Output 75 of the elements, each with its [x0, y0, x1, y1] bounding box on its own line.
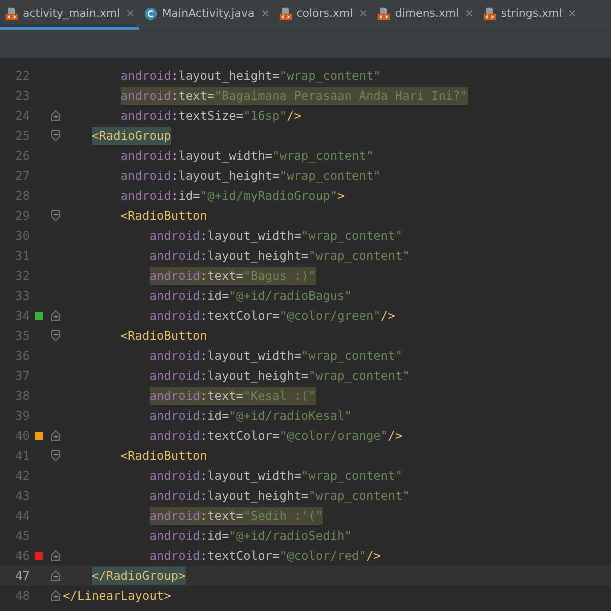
- line-number: 23: [14, 89, 30, 103]
- line-number: 32: [14, 269, 30, 283]
- code-line: android:layout_height="wrap_content": [120, 168, 381, 185]
- code-line: <RadioButton: [120, 448, 208, 465]
- color-swatch[interactable]: [35, 432, 43, 440]
- line-number: 31: [14, 249, 30, 263]
- line-number: 24: [14, 109, 30, 123]
- color-swatch[interactable]: [35, 552, 43, 560]
- line-number: 40: [14, 429, 30, 443]
- class-file-icon: [144, 6, 158, 20]
- line-number: 44: [14, 509, 30, 523]
- fold-icon[interactable]: [50, 570, 60, 582]
- line-number: 36: [14, 349, 30, 363]
- code-line: android:layout_width="wrap_content": [150, 348, 403, 365]
- fold-icon[interactable]: [50, 430, 60, 442]
- code-line: android:layout_height="wrap_content": [150, 488, 410, 505]
- code-line: android:layout_height="wrap_content": [120, 68, 381, 85]
- fold-icon[interactable]: [50, 330, 60, 342]
- xml-file-icon: [483, 6, 498, 20]
- line-number: 45: [14, 529, 30, 543]
- line-number: 48: [14, 589, 30, 603]
- fold-icon[interactable]: [50, 590, 60, 602]
- line-number: 42: [14, 469, 30, 483]
- line-number: 47: [14, 569, 30, 583]
- code-line: <RadioButton: [120, 208, 208, 225]
- line-number: 39: [14, 409, 30, 423]
- code-line: android:layout_width="wrap_content": [150, 468, 403, 485]
- code-line: android:layout_height="wrap_content": [150, 368, 410, 385]
- line-number: 34: [14, 309, 30, 323]
- close-icon[interactable]: [466, 10, 474, 17]
- fold-icon[interactable]: [50, 310, 60, 322]
- color-swatch[interactable]: [35, 312, 43, 320]
- code-line: android:textColor="@color/green"/>: [150, 308, 396, 325]
- line-number: 25: [14, 129, 30, 143]
- code-line: android:id="@+id/radioKesal": [150, 408, 352, 425]
- code-line: android:layout_width="wrap_content": [150, 228, 403, 245]
- close-icon[interactable]: [127, 10, 134, 17]
- fold-icon[interactable]: [50, 110, 60, 122]
- line-number: 28: [14, 189, 30, 203]
- line-number: 27: [14, 169, 30, 183]
- close-icon[interactable]: [262, 10, 269, 17]
- code-line: android:layout_height="wrap_content": [150, 248, 410, 265]
- line-number: 33: [14, 289, 30, 303]
- fold-icon[interactable]: [50, 450, 60, 462]
- line-number: 22: [14, 69, 30, 83]
- code-line: <RadioButton: [120, 328, 208, 345]
- code-line: </LinearLayout>: [63, 588, 172, 605]
- line-number: 35: [14, 329, 30, 343]
- line-number: 43: [14, 489, 30, 503]
- xml-file-icon: [377, 6, 392, 20]
- line-number: 46: [14, 549, 30, 563]
- line-number: 29: [14, 209, 30, 223]
- fold-icon[interactable]: [50, 130, 60, 142]
- line-number: 26: [14, 149, 30, 163]
- fold-icon[interactable]: [50, 210, 60, 222]
- code-line: android:textColor="@color/orange"/>: [150, 428, 403, 445]
- line-number: 30: [14, 229, 30, 243]
- editor-tab[interactable]: MainActivity.java: [139, 0, 274, 30]
- xml-file-icon: [278, 6, 293, 20]
- code-line: android:textColor="@color/red"/>: [150, 548, 381, 565]
- line-number: 41: [14, 449, 30, 463]
- code-line: android:textSize="16sp"/>: [120, 108, 302, 125]
- fold-icon[interactable]: [50, 550, 60, 562]
- code-line: android:id="@+id/radioSedih": [150, 528, 352, 545]
- editor-tab[interactable]: dimens.xml: [372, 0, 478, 30]
- code-line: android:id="@+id/radioBagus": [150, 288, 352, 305]
- xml-file-icon: [5, 6, 19, 20]
- close-icon[interactable]: [569, 10, 576, 17]
- line-number: 38: [14, 389, 30, 403]
- editor-tab[interactable]: colors.xml: [274, 0, 372, 30]
- code-line: android:layout_width="wrap_content": [120, 148, 374, 165]
- editor-tab[interactable]: strings.xml: [478, 0, 582, 30]
- code-line: android:id="@+id/myRadioGroup">: [120, 188, 345, 205]
- line-number: 37: [14, 369, 30, 383]
- close-icon[interactable]: [360, 10, 368, 17]
